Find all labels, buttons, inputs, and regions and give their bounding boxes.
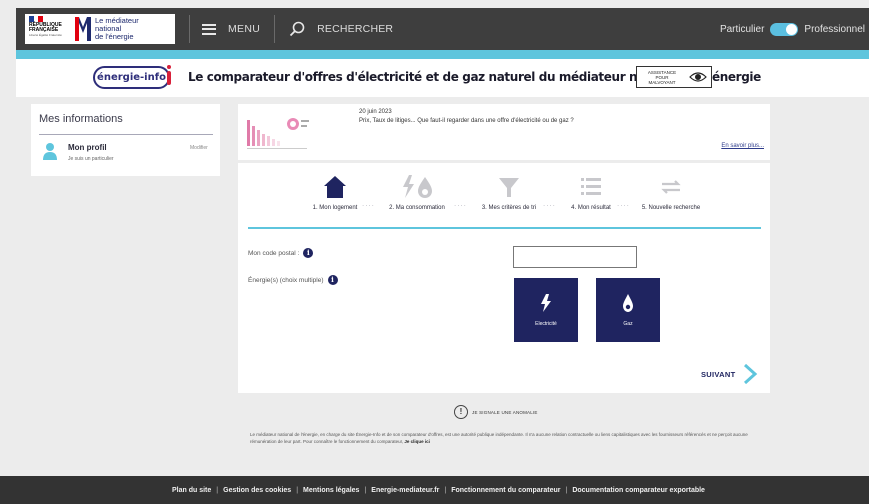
list-icon: [581, 178, 601, 195]
postal-code-label-text: Mon code postal :: [248, 249, 300, 257]
republique-label: RÉPUBLIQUE FRANÇAISE: [29, 22, 62, 33]
exclamation-icon: !: [454, 405, 468, 419]
footer-link-cookies[interactable]: Gestion des cookies: [223, 487, 291, 494]
step-label: 2. Ma consommation: [389, 205, 445, 211]
footer-separator: |: [364, 486, 367, 494]
step-divider: [248, 227, 761, 229]
info-icon[interactable]: i: [327, 275, 338, 285]
report-label: JE SIGNALE UNE ANOMALIE: [472, 409, 538, 415]
step-connector: ....: [543, 199, 556, 208]
site-banner: énergie-info Le comparateur d'offres d'é…: [16, 59, 869, 97]
refresh-icon: [661, 180, 681, 194]
step-criteres[interactable]: 3. Mes critères de tri: [466, 173, 552, 211]
gas-button[interactable]: Gaz: [596, 278, 660, 342]
news-date: 20 juin 2023: [359, 109, 392, 115]
gas-label: Gaz: [623, 321, 633, 327]
footer-separator: |: [216, 486, 219, 494]
assistance-label: ASSISTANCE POUR MALVOYANT: [647, 69, 677, 85]
profile-type-switch: Particulier Professionnel: [720, 8, 865, 50]
electricity-button[interactable]: Electricité: [514, 278, 578, 342]
footer: Plan du site | Gestion des cookies | Men…: [0, 476, 869, 504]
comparator-form-card: 1. Mon logement .... 2. Ma consommation …: [238, 163, 770, 393]
divider: [189, 15, 190, 43]
mediateur-label: Le médiateur national de l'énergie: [95, 16, 139, 41]
search-button[interactable]: RECHERCHER: [289, 21, 393, 37]
republique-francaise-logo: RÉPUBLIQUE FRANÇAISE Liberté Égalité Fra…: [29, 16, 71, 42]
search-label: RECHERCHER: [317, 23, 394, 35]
header-logos[interactable]: RÉPUBLIQUE FRANÇAISE Liberté Égalité Fra…: [25, 14, 175, 44]
divider: [39, 134, 213, 135]
toggle-knob: [786, 23, 798, 35]
user-icon: [43, 143, 57, 160]
news-headline: Prix, Taux de litiges... Que faut-il reg…: [359, 118, 574, 124]
mediateur-m-icon: [75, 17, 91, 41]
step-label: 5. Nouvelle recherche: [641, 205, 701, 211]
house-icon: [324, 176, 346, 198]
footer-link-energie-mediateur[interactable]: Energie-mediateur.fr: [371, 487, 439, 494]
step-connector: ....: [454, 199, 467, 208]
disclaimer-text: Le médiateur national de l'énergie, en c…: [250, 432, 775, 445]
disclaimer-link[interactable]: Je clique ici: [404, 439, 430, 444]
disclaimer-body: Le médiateur national de l'énergie, en c…: [250, 432, 748, 444]
step-label: 4. Mon résultat: [571, 205, 611, 211]
footer-separator: |: [296, 486, 299, 494]
modify-profile-link[interactable]: Modifier: [190, 145, 208, 151]
footer-separator: |: [565, 486, 568, 494]
top-navigation-bar: RÉPUBLIQUE FRANÇAISE Liberté Égalité Fra…: [16, 8, 869, 50]
flame-icon: [623, 294, 633, 312]
eye-icon: [689, 72, 707, 82]
switch-label-professionnel[interactable]: Professionnel: [804, 24, 865, 35]
footer-link-mentions-legales[interactable]: Mentions légales: [303, 487, 359, 494]
next-button[interactable]: SUIVANT: [701, 363, 759, 385]
postal-code-input[interactable]: [513, 246, 637, 268]
info-i-icon: [166, 65, 172, 89]
menu-label: MENU: [228, 23, 261, 35]
energy-label-text: Énergie(s) (choix multiple): [248, 276, 324, 284]
read-more-link[interactable]: En savoir plus...: [721, 143, 764, 149]
step-consommation[interactable]: 2. Ma consommation: [374, 173, 460, 211]
report-anomaly-link[interactable]: ! JE SIGNALE UNE ANOMALIE: [454, 405, 538, 419]
footer-link-documentation[interactable]: Documentation comparateur exportable: [572, 487, 705, 494]
panel-title: Mes informations: [39, 113, 123, 125]
postal-code-label: Mon code postal : i: [248, 248, 314, 258]
accent-stripe: [16, 50, 869, 59]
profile-type: Je suis un particulier: [68, 156, 114, 162]
divider: [274, 15, 276, 43]
news-card: 20 juin 2023 Prix, Taux de litiges... Qu…: [238, 104, 770, 160]
energie-info-logo[interactable]: énergie-info: [93, 66, 170, 89]
energy-icon: [403, 175, 432, 198]
profile-toggle[interactable]: [770, 22, 799, 36]
chevron-right-icon: [744, 363, 758, 385]
step-nouvelle-recherche[interactable]: 5. Nouvelle recherche: [626, 173, 716, 211]
energie-info-logo-text: énergie-info: [97, 72, 166, 83]
footer-link-plan-du-site[interactable]: Plan du site: [172, 487, 211, 494]
switch-label-particulier[interactable]: Particulier: [720, 24, 764, 35]
energy-label: Énergie(s) (choix multiple) i: [248, 275, 338, 285]
republique-motto: Liberté Égalité Fraternité: [29, 33, 62, 37]
lightning-icon: [541, 294, 551, 312]
step-resultat[interactable]: 4. Mon résultat: [556, 173, 626, 211]
step-progress: 1. Mon logement .... 2. Ma consommation …: [296, 173, 716, 228]
search-icon: [289, 21, 305, 37]
my-information-panel: Mes informations Mon profil Je suis un p…: [31, 104, 220, 176]
footer-link-fonctionnement[interactable]: Fonctionnement du comparateur: [451, 487, 560, 494]
menu-button[interactable]: MENU: [202, 23, 260, 35]
next-label: SUIVANT: [701, 369, 736, 379]
assistance-malvoyant-button[interactable]: ASSISTANCE POUR MALVOYANT: [636, 66, 712, 88]
electricity-label: Electricité: [535, 321, 557, 327]
filter-icon: [499, 178, 519, 197]
info-icon[interactable]: i: [303, 248, 314, 258]
footer-separator: |: [444, 486, 447, 494]
news-thumbnail-image[interactable]: [243, 108, 313, 154]
profile-name[interactable]: Mon profil: [68, 143, 107, 152]
step-label: 3. Mes critères de tri: [481, 205, 537, 211]
step-connector: ....: [362, 199, 375, 208]
hamburger-icon: [202, 23, 216, 35]
